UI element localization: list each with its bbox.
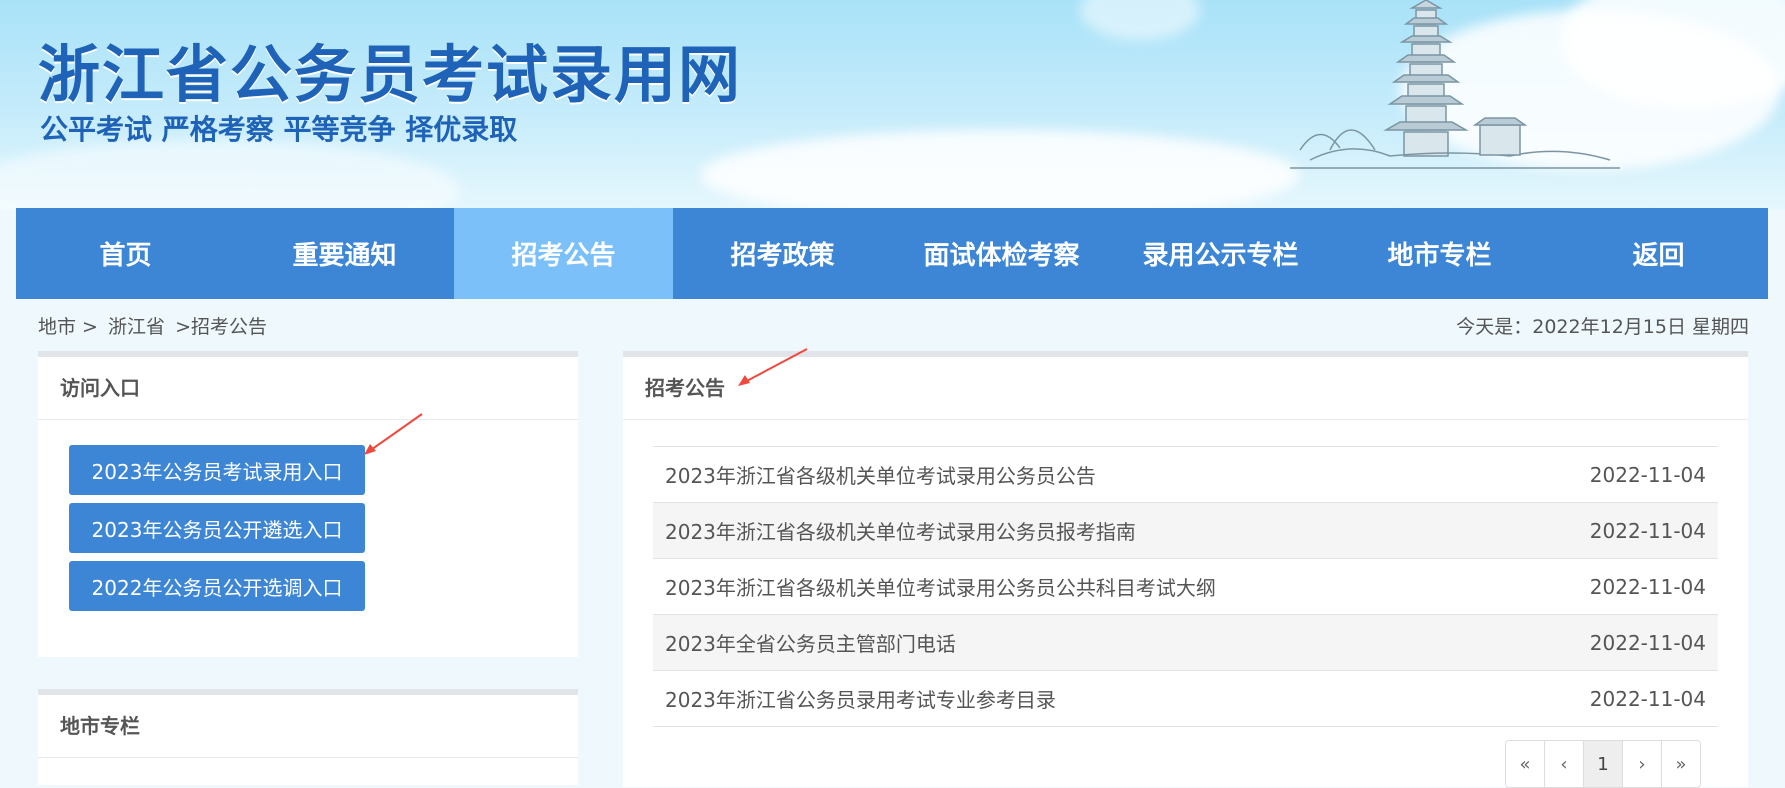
access-panel: 访问入口 2023年公务员考试录用入口 2023年公务员公开遴选入口 2022年… xyxy=(38,351,578,657)
announcement-row[interactable]: 2023年全省公务员主管部门电话 2022-11-04 xyxy=(653,614,1718,670)
main-nav: 首页 重要通知 招考公告 招考政策 面试体检考察 录用公示专栏 地市专栏 返回 xyxy=(16,208,1768,299)
announcement-date: 2022-11-04 xyxy=(1589,686,1706,711)
annotation-arrow-icon xyxy=(364,413,423,455)
site-title: 浙江省公务员考试录用网 xyxy=(38,38,743,111)
nav-city-column[interactable]: 地市专栏 xyxy=(1330,208,1549,299)
city-column-panel: 地市专栏 xyxy=(38,689,578,785)
announcement-title[interactable]: 2023年浙江省各级机关单位考试录用公务员公共科目考试大纲 xyxy=(665,572,1216,601)
pagoda-illustration xyxy=(1290,0,1620,169)
nav-home[interactable]: 首页 xyxy=(16,208,235,299)
pagination-last[interactable]: » xyxy=(1662,741,1700,787)
entry-2022-transfer-button[interactable]: 2022年公务员公开选调入口 xyxy=(69,561,365,611)
announcement-date: 2022-11-04 xyxy=(1589,462,1706,487)
nav-recruitment-policy[interactable]: 招考政策 xyxy=(673,208,892,299)
annotation-arrow-icon xyxy=(738,348,808,386)
announcement-date: 2022-11-04 xyxy=(1589,574,1706,599)
entry-2023-selection-button[interactable]: 2023年公务员公开遴选入口 xyxy=(69,503,365,553)
city-column-title: 地市专栏 xyxy=(38,695,578,758)
announcement-title[interactable]: 2023年全省公务员主管部门电话 xyxy=(665,628,956,657)
entry-2023-exam-button[interactable]: 2023年公务员考试录用入口 xyxy=(69,445,365,495)
breadcrumb-city[interactable]: 地市 > xyxy=(38,316,98,338)
announcement-row[interactable]: 2023年浙江省各级机关单位考试录用公务员报考指南 2022-11-04 xyxy=(653,502,1718,558)
announcement-row[interactable]: 2023年浙江省公务员录用考试专业参考目录 2022-11-04 xyxy=(653,670,1718,727)
pagination-prev[interactable]: ‹ xyxy=(1545,741,1584,787)
nav-recruitment-announcements[interactable]: 招考公告 xyxy=(454,208,673,299)
breadcrumb-current: >招考公告 xyxy=(175,316,267,338)
today-date: 今天是：2022年12月15日 星期四 xyxy=(1456,316,1749,338)
nav-hiring-publicity[interactable]: 录用公示专栏 xyxy=(1111,208,1330,299)
announcement-row[interactable]: 2023年浙江省各级机关单位考试录用公务员公告 2022-11-04 xyxy=(653,446,1718,502)
nav-interview-exam[interactable]: 面试体检考察 xyxy=(892,208,1111,299)
access-panel-title: 访问入口 xyxy=(38,357,578,420)
pagination: « ‹ 1 › » xyxy=(1505,740,1701,788)
site-slogan: 公平考试 严格考察 平等竞争 择优录取 xyxy=(40,113,518,146)
pagination-first[interactable]: « xyxy=(1506,741,1545,787)
announcement-list: 2023年浙江省各级机关单位考试录用公务员公告 2022-11-04 2023年… xyxy=(653,446,1718,727)
nav-back[interactable]: 返回 xyxy=(1549,208,1768,299)
breadcrumb-province[interactable]: 浙江省 xyxy=(108,316,165,338)
announcement-date: 2022-11-04 xyxy=(1589,630,1706,655)
pagination-page-1[interactable]: 1 xyxy=(1584,741,1623,787)
pagination-next[interactable]: › xyxy=(1623,741,1662,787)
header-banner: 浙江省公务员考试录用网 公平考试 严格考察 平等竞争 择优录取 xyxy=(0,0,1785,210)
breadcrumb: 地市 > 浙江省 >招考公告 xyxy=(38,312,271,339)
announcement-title[interactable]: 2023年浙江省各级机关单位考试录用公务员报考指南 xyxy=(665,516,1136,545)
announcement-row[interactable]: 2023年浙江省各级机关单位考试录用公务员公共科目考试大纲 2022-11-04 xyxy=(653,558,1718,614)
announcement-title[interactable]: 2023年浙江省各级机关单位考试录用公务员公告 xyxy=(665,460,1096,489)
announcement-title[interactable]: 2023年浙江省公务员录用考试专业参考目录 xyxy=(665,684,1056,713)
announcements-panel: 招考公告 2023年浙江省各级机关单位考试录用公务员公告 2022-11-04 … xyxy=(623,351,1748,788)
nav-important-notices[interactable]: 重要通知 xyxy=(235,208,454,299)
announcement-date: 2022-11-04 xyxy=(1589,518,1706,543)
